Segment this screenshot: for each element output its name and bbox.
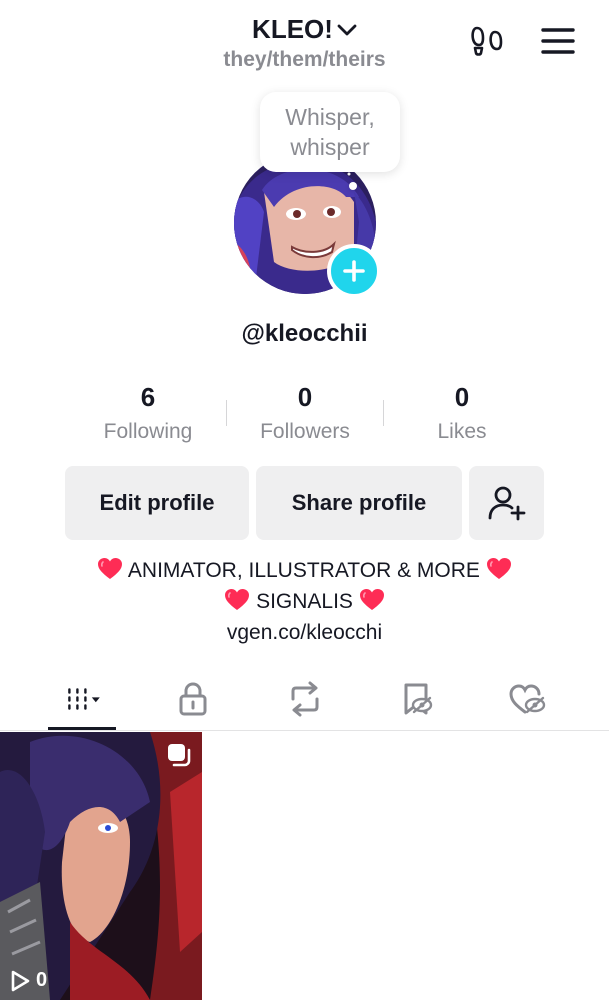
repost-icon bbox=[291, 681, 318, 717]
pronouns: they/them/theirs bbox=[223, 48, 386, 71]
status-text-line2: whisper bbox=[290, 134, 370, 160]
favorites-icon bbox=[404, 683, 432, 715]
add-story-button[interactable] bbox=[327, 244, 381, 298]
stat-value: 6 bbox=[140, 382, 156, 412]
status-bubble[interactable]: Whisper, whisper bbox=[260, 92, 400, 172]
multi-photo-icon bbox=[168, 744, 191, 767]
stat-following[interactable]: 6 Following bbox=[70, 380, 226, 444]
tab-reposts[interactable] bbox=[244, 668, 365, 730]
bio-line-2: SIGNALIS bbox=[0, 586, 609, 617]
heart-icon bbox=[98, 558, 123, 579]
menu-icon[interactable] bbox=[541, 26, 575, 56]
stat-label: Likes bbox=[437, 420, 487, 443]
play-icon bbox=[11, 970, 30, 991]
tab-favorites[interactable] bbox=[355, 668, 476, 730]
stat-value: 0 bbox=[454, 382, 470, 412]
bio-line-1: ANIMATOR, ILLUSTRATOR & MORE bbox=[0, 555, 609, 586]
chevron-down-icon bbox=[337, 24, 357, 35]
bio-text-line2: SIGNALIS bbox=[256, 590, 353, 613]
heart-icon bbox=[486, 558, 511, 579]
tab-private[interactable] bbox=[132, 668, 253, 730]
view-count: 0 bbox=[10, 969, 47, 992]
bio-text-line1: ANIMATOR, ILLUSTRATOR & MORE bbox=[127, 559, 480, 582]
liked-icon bbox=[508, 684, 545, 714]
plus-icon bbox=[343, 260, 365, 282]
edit-profile-button[interactable]: Edit profile bbox=[65, 466, 249, 540]
status-text-line1: Whisper, bbox=[285, 104, 375, 130]
heart-icon bbox=[225, 589, 250, 610]
video-thumbnail-image bbox=[0, 732, 202, 1000]
profile-tabs bbox=[0, 668, 609, 731]
display-name: KLEO! bbox=[252, 14, 333, 44]
heart-icon bbox=[359, 589, 384, 610]
bubble-tail bbox=[349, 182, 357, 190]
share-profile-button[interactable]: Share profile bbox=[256, 466, 462, 540]
stat-label: Followers bbox=[260, 420, 350, 443]
lock-icon bbox=[179, 682, 206, 716]
username: @kleocchii bbox=[241, 320, 368, 347]
account-switcher[interactable]: KLEO! bbox=[252, 14, 357, 45]
active-tab-indicator bbox=[48, 727, 116, 730]
stat-label: Following bbox=[103, 420, 193, 443]
tab-liked[interactable] bbox=[466, 668, 587, 730]
add-friends-button[interactable] bbox=[469, 466, 544, 540]
stat-likes[interactable]: 0 Likes bbox=[384, 380, 540, 444]
add-user-icon bbox=[488, 486, 525, 521]
stats-row: 6 Following 0 Followers 0 Likes bbox=[70, 380, 540, 450]
tab-videos[interactable] bbox=[22, 668, 143, 730]
video-thumbnail[interactable]: 0 bbox=[0, 732, 202, 1000]
view-count-value: 0 bbox=[36, 969, 48, 991]
videos-grid-icon bbox=[67, 688, 100, 710]
bio: ANIMATOR, ILLUSTRATOR & MORE SIGNALIS vg… bbox=[0, 555, 609, 648]
profile-header: KLEO! they/them/theirs bbox=[0, 0, 609, 80]
stat-followers[interactable]: 0 Followers bbox=[227, 380, 383, 444]
bio-link[interactable]: vgen.co/kleocchi bbox=[0, 617, 609, 648]
stat-value: 0 bbox=[297, 382, 313, 412]
footprints-icon[interactable] bbox=[470, 24, 504, 58]
